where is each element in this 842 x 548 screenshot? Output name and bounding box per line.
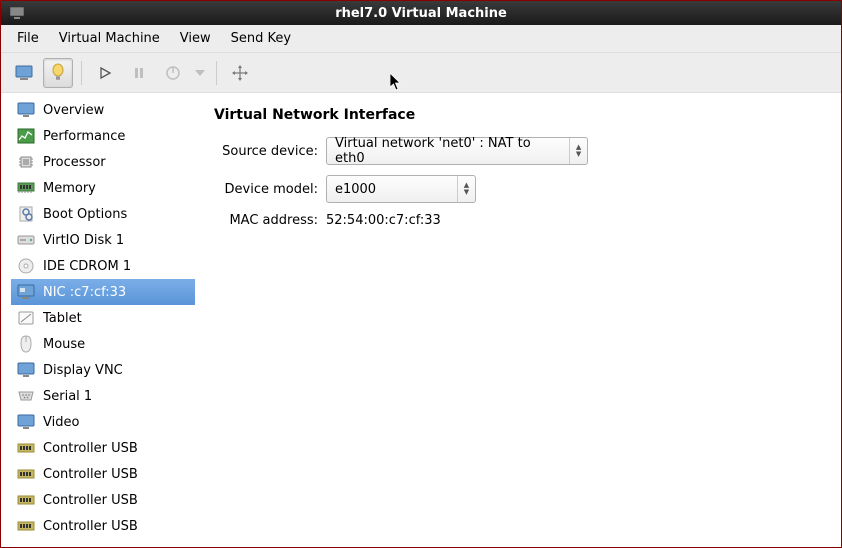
sidebar-item-tablet[interactable]: Tablet xyxy=(11,305,195,331)
tablet-icon xyxy=(17,309,35,327)
sidebar-item-label: Processor xyxy=(43,155,106,170)
pause-button[interactable] xyxy=(124,58,154,88)
source-device-value: Virtual network 'net0' : NAT to eth0 xyxy=(327,136,569,166)
source-device-select[interactable]: Virtual network 'net0' : NAT to eth0 ▲▼ xyxy=(326,137,588,165)
boot-icon xyxy=(17,205,35,223)
sidebar-item-performance[interactable]: Performance xyxy=(11,123,195,149)
sidebar-item-label: VirtIO Disk 1 xyxy=(43,233,124,248)
sidebar-item-processor[interactable]: Processor xyxy=(11,149,195,175)
toolbar xyxy=(1,53,841,93)
sidebar-item-mouse[interactable]: Mouse xyxy=(11,331,195,357)
label-source-device: Source device: xyxy=(214,144,326,159)
menu-view[interactable]: View xyxy=(172,27,219,50)
device-model-value: e1000 xyxy=(327,182,457,197)
console-view-button[interactable] xyxy=(9,58,39,88)
menu-virtual-machine[interactable]: Virtual Machine xyxy=(51,27,168,50)
cdrom-icon xyxy=(17,257,35,275)
sidebar-item-video[interactable]: Video xyxy=(11,409,195,435)
label-mac-address: MAC address: xyxy=(214,213,326,228)
sidebar-item-overview[interactable]: Overview xyxy=(11,97,195,123)
sidebar-item-label: Mouse xyxy=(43,337,85,352)
sidebar-item-label: Display VNC xyxy=(43,363,123,378)
fullscreen-button[interactable] xyxy=(225,58,255,88)
sidebar-item-label: Controller USB xyxy=(43,493,138,508)
device-model-select[interactable]: e1000 ▲▼ xyxy=(326,175,476,203)
row-device-model: Device model: e1000 ▲▼ xyxy=(214,175,823,203)
spinner-icon: ▲▼ xyxy=(457,176,475,202)
details-view-button[interactable] xyxy=(43,58,73,88)
panel-title: Virtual Network Interface xyxy=(214,107,823,123)
label-device-model: Device model: xyxy=(214,182,326,197)
usb-icon xyxy=(17,491,35,509)
sidebar-item-ide-cdrom-1[interactable]: IDE CDROM 1 xyxy=(11,253,195,279)
sidebar-item-label: Tablet xyxy=(43,311,82,326)
video-icon xyxy=(17,413,35,431)
mem-icon xyxy=(17,179,35,197)
cpu-icon xyxy=(17,153,35,171)
sidebar-item-label: Serial 1 xyxy=(43,389,92,404)
serial-icon xyxy=(17,387,35,405)
menu-send-key[interactable]: Send Key xyxy=(223,27,299,50)
sidebar-item-label: Performance xyxy=(43,129,125,144)
details-panel: Virtual Network Interface Source device:… xyxy=(196,93,841,547)
sidebar-item-label: Boot Options xyxy=(43,207,127,222)
run-button[interactable] xyxy=(90,58,120,88)
sidebar-item-serial-1[interactable]: Serial 1 xyxy=(11,383,195,409)
sidebar-item-label: NIC :c7:cf:33 xyxy=(43,285,126,300)
window-title: rhel7.0 Virtual Machine xyxy=(33,6,833,21)
spinner-icon: ▲▼ xyxy=(569,138,587,164)
sidebar-item-label: IDE CDROM 1 xyxy=(43,259,131,274)
menubar: File Virtual Machine View Send Key xyxy=(1,25,841,53)
menu-file[interactable]: File xyxy=(9,27,47,50)
perf-icon xyxy=(17,127,35,145)
sidebar-item-nic-c7-cf-33[interactable]: NIC :c7:cf:33 xyxy=(11,279,195,305)
sidebar-item-label: Memory xyxy=(43,181,96,196)
usb-icon xyxy=(17,517,35,535)
content-area: Overview Performance Processor Memory Boot O… xyxy=(1,93,841,547)
sidebar-item-memory[interactable]: Memory xyxy=(11,175,195,201)
sidebar-item-virtio-disk-1[interactable]: VirtIO Disk 1 xyxy=(11,227,195,253)
row-source-device: Source device: Virtual network 'net0' : … xyxy=(214,137,823,165)
app-icon xyxy=(9,5,25,21)
sidebar-item-display-vnc[interactable]: Display VNC xyxy=(11,357,195,383)
sidebar-item-controller-usb[interactable]: Controller USB xyxy=(11,513,195,539)
sidebar-item-label: Video xyxy=(43,415,79,430)
hardware-sidebar: Overview Performance Processor Memory Boot O… xyxy=(1,93,196,547)
titlebar: rhel7.0 Virtual Machine xyxy=(1,1,841,25)
sidebar-item-label: Controller USB xyxy=(43,519,138,534)
sidebar-item-boot-options[interactable]: Boot Options xyxy=(11,201,195,227)
monitor-icon xyxy=(17,101,35,119)
mouse-icon xyxy=(17,335,35,353)
sidebar-item-controller-usb[interactable]: Controller USB xyxy=(11,487,195,513)
sidebar-item-controller-usb[interactable]: Controller USB xyxy=(11,435,195,461)
sidebar-item-label: Controller USB xyxy=(43,467,138,482)
shutdown-button[interactable] xyxy=(158,58,188,88)
toolbar-separator xyxy=(216,61,217,85)
shutdown-menu-button[interactable] xyxy=(192,58,208,88)
toolbar-separator xyxy=(81,61,82,85)
row-mac-address: MAC address: 52:54:00:c7:cf:33 xyxy=(214,213,823,228)
mac-address-value: 52:54:00:c7:cf:33 xyxy=(326,213,441,228)
display-icon xyxy=(17,361,35,379)
sidebar-item-label: Overview xyxy=(43,103,104,118)
sidebar-item-label: Controller USB xyxy=(43,441,138,456)
usb-icon xyxy=(17,465,35,483)
usb-icon xyxy=(17,439,35,457)
nic-icon xyxy=(17,283,35,301)
sidebar-item-controller-usb[interactable]: Controller USB xyxy=(11,461,195,487)
disk-icon xyxy=(17,231,35,249)
